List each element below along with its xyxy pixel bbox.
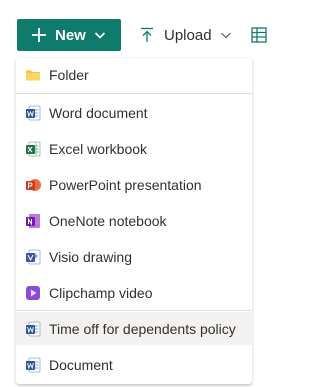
menu-item-word-document[interactable]: Word document <box>16 96 252 129</box>
plus-icon <box>32 28 46 42</box>
word-template-icon <box>26 321 41 336</box>
new-dropdown-menu: Folder Word document Excel workbook Powe… <box>16 58 252 384</box>
visio-icon <box>26 249 41 264</box>
menu-item-label: Folder <box>49 66 89 83</box>
menu-item-clipchamp-video[interactable]: Clipchamp video <box>16 276 252 309</box>
grid-view-icon[interactable] <box>251 27 267 43</box>
new-button-label: New <box>55 26 86 44</box>
new-button[interactable]: New <box>17 19 121 51</box>
menu-item-powerpoint-presentation[interactable]: PowerPoint presentation <box>16 168 252 201</box>
menu-item-document-template[interactable]: Document <box>16 348 252 381</box>
menu-divider <box>16 310 252 311</box>
chevron-down-icon <box>94 32 105 39</box>
menu-item-folder[interactable]: Folder <box>16 58 252 91</box>
menu-item-time-off-policy-template[interactable]: Time off for dependents policy <box>16 312 252 345</box>
upload-arrow-icon <box>141 27 153 42</box>
folder-icon <box>26 70 40 80</box>
upload-button[interactable]: Upload <box>140 24 232 46</box>
menu-item-visio-drawing[interactable]: Visio drawing <box>16 240 252 273</box>
menu-item-label: Clipchamp video <box>49 284 153 301</box>
menu-item-label: Visio drawing <box>49 248 133 265</box>
word-icon <box>26 105 41 120</box>
chevron-down-icon <box>220 32 231 39</box>
clipchamp-icon <box>26 285 40 300</box>
word-template-icon <box>26 357 41 372</box>
menu-divider <box>16 93 252 94</box>
menu-item-onenote-notebook[interactable]: OneNote notebook <box>16 204 252 237</box>
powerpoint-icon <box>26 178 41 191</box>
menu-item-label: Document <box>49 356 113 373</box>
menu-item-excel-workbook[interactable]: Excel workbook <box>16 132 252 165</box>
menu-item-label: Excel workbook <box>49 140 148 157</box>
menu-item-label: PowerPoint presentation <box>49 176 202 193</box>
menu-item-label: Time off for dependents policy <box>49 320 236 337</box>
menu-item-label: OneNote notebook <box>49 212 167 229</box>
menu-item-label: Word document <box>49 104 148 121</box>
onenote-icon <box>26 213 40 228</box>
upload-button-label: Upload <box>164 26 212 44</box>
excel-icon <box>26 141 41 156</box>
